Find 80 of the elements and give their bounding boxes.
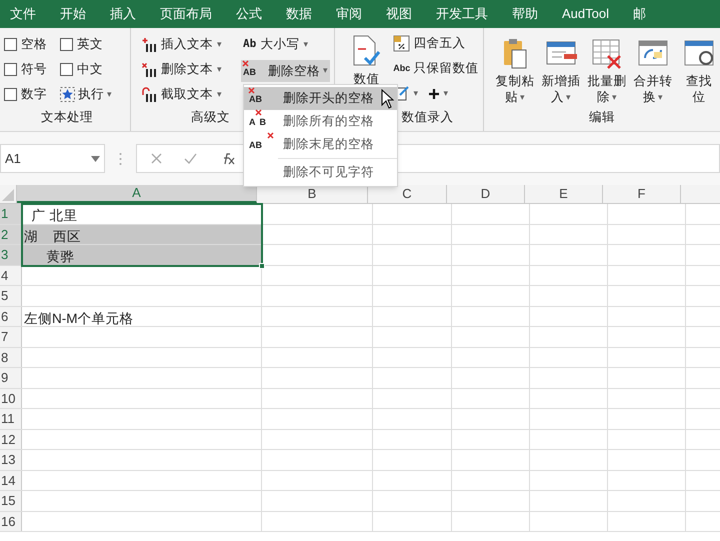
checkbox[interactable] xyxy=(60,63,73,76)
name-box[interactable]: A1 xyxy=(0,144,105,173)
cell-text: 左侧N-M个单元格 xyxy=(23,310,134,328)
document-check-icon xyxy=(351,34,382,68)
row-header[interactable]: 1 xyxy=(0,204,22,224)
group-label: 高级文 xyxy=(191,109,230,126)
menu-item[interactable]: AB 删除开头的空格 xyxy=(244,87,397,110)
ribbon-tab[interactable]: 帮助 xyxy=(512,4,538,24)
ribbon-tab[interactable]: 文件 xyxy=(10,4,36,24)
row-header[interactable]: 6 xyxy=(0,306,22,326)
ribbon-button[interactable]: 合并转 换 ▾ xyxy=(632,36,674,105)
ribbon-tab[interactable]: 数据 xyxy=(286,4,312,24)
row-header[interactable]: 5 xyxy=(0,286,22,306)
row-header[interactable]: 16 xyxy=(0,512,22,531)
checkbox-label: 符号 xyxy=(21,61,47,78)
row-header[interactable]: 9 xyxy=(0,368,22,388)
ribbon-button[interactable]: Abc 只保留数值 xyxy=(393,59,478,78)
drag-handle-icon[interactable] xyxy=(119,152,122,166)
row-header[interactable]: 3 xyxy=(0,245,22,264)
checkbox[interactable] xyxy=(4,88,17,101)
ribbon-tab[interactable]: 视图 xyxy=(386,4,412,24)
checkbox-label: 数字 xyxy=(21,86,47,104)
percent-grid-icon xyxy=(393,35,410,52)
group-label: 数值录入 xyxy=(401,109,454,126)
cell-text: 黄骅 xyxy=(46,248,75,266)
row-header[interactable]: 13 xyxy=(0,450,22,470)
mouse-cursor-icon xyxy=(381,89,394,109)
delete-text-icon xyxy=(141,62,157,78)
ribbon-button[interactable]: 查找 位 xyxy=(678,36,720,105)
insert-text-icon xyxy=(141,36,157,52)
ribbon-button[interactable]: AB 删除空格 ▾ xyxy=(241,60,330,82)
add-dropdown[interactable]: ▾ xyxy=(428,86,448,100)
ribbon-button[interactable]: Ab 大小写 ▾ xyxy=(241,35,330,54)
column-header[interactable]: A xyxy=(17,185,257,203)
cell-text: 湖 西区 xyxy=(23,228,82,246)
check-icon[interactable] xyxy=(184,153,197,164)
ribbon-button[interactable]: 删除文本 ▾ xyxy=(141,60,231,79)
checkbox-label: 空格 xyxy=(21,36,47,54)
ribbon-button[interactable]: 新增插 入 ▾ xyxy=(540,36,582,105)
run-button[interactable]: 执行 ▾ xyxy=(60,85,130,104)
ribbon-button[interactable]: 插入文本 ▾ xyxy=(141,35,231,54)
menu-item[interactable]: AB 删除末尾的空格 xyxy=(244,133,397,156)
column-header[interactable]: E xyxy=(525,185,603,203)
ribbon-tab[interactable]: 公式 xyxy=(236,4,262,24)
row-header[interactable]: 15 xyxy=(0,491,22,510)
star-icon xyxy=(60,87,75,102)
checkbox-label: 英文 xyxy=(77,36,103,54)
row-header[interactable]: 2 xyxy=(0,224,22,244)
ribbon-button[interactable]: 四舍五入 xyxy=(393,34,478,53)
ribbon-tab[interactable]: 审阅 xyxy=(336,4,362,24)
ribbon-button[interactable]: 截取文本 ▾ xyxy=(141,85,231,104)
ribbon-tab[interactable]: AudTool xyxy=(562,4,609,24)
column-header[interactable]: F xyxy=(603,185,681,203)
checkbox[interactable] xyxy=(4,63,17,76)
ribbon-tab[interactable]: 开始 xyxy=(60,4,86,24)
row-header[interactable]: 12 xyxy=(0,430,22,449)
cell-text: 广 北里 xyxy=(30,207,78,225)
caret-icon xyxy=(91,156,100,162)
ribbon-button[interactable]: 批量删 除 ▾ xyxy=(586,36,628,105)
ribbon-button[interactable]: 复制粘 贴 ▾ xyxy=(494,36,536,105)
row-header[interactable]: 4 xyxy=(0,266,22,285)
ribbon-tab[interactable]: 页面布局 xyxy=(160,4,212,24)
checkbox[interactable] xyxy=(60,38,73,51)
row-header[interactable]: 10 xyxy=(0,388,22,408)
menu-item[interactable]: AB 删除所有的空格 xyxy=(244,110,397,133)
ribbon-tab[interactable]: 开发工具 xyxy=(436,4,488,24)
column-header[interactable]: D xyxy=(447,185,525,203)
ribbon-tab[interactable]: 插入 xyxy=(110,4,136,24)
row-header[interactable]: 7 xyxy=(0,327,22,346)
checkbox-label: 中文 xyxy=(77,61,103,78)
group-label: 编辑 xyxy=(589,109,615,126)
ribbon-tab[interactable]: 邮 xyxy=(632,4,646,24)
row-header[interactable]: 14 xyxy=(0,470,22,490)
group-label: 文本处理 xyxy=(41,109,93,126)
menu-item[interactable]: 删除不可见字符 xyxy=(244,161,397,184)
plus-icon xyxy=(428,88,440,100)
row-header[interactable]: 8 xyxy=(0,348,22,367)
checkbox[interactable] xyxy=(4,38,17,51)
extract-text-icon xyxy=(141,86,157,102)
row-header[interactable]: 11 xyxy=(0,409,22,428)
